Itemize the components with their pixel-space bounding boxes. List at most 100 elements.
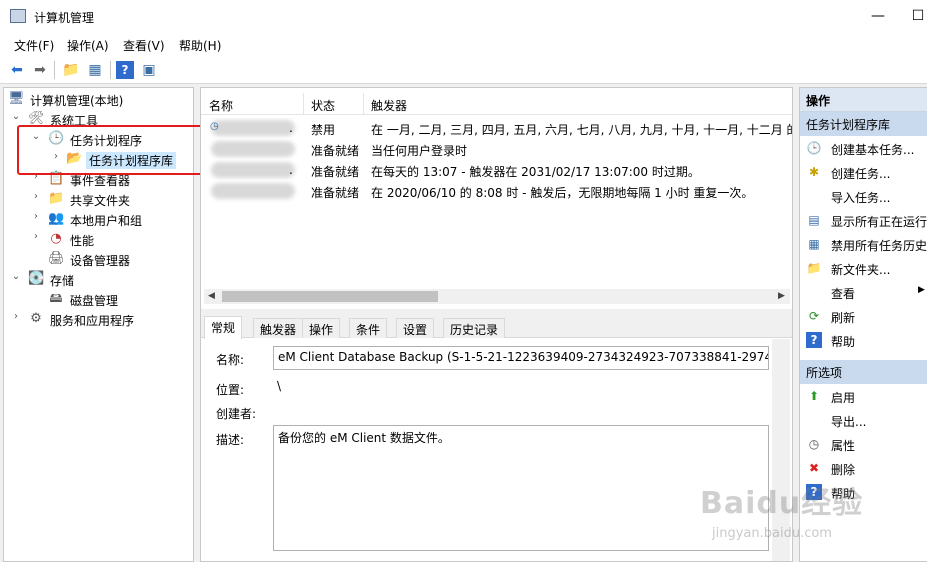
action-export[interactable]: 导出... [800, 408, 927, 432]
users-icon: 👥 [48, 211, 65, 226]
action-label: 导出... [831, 415, 867, 429]
forward-arrow-icon[interactable]: ➡ [31, 61, 49, 79]
action-label: 创建基本任务... [831, 143, 915, 157]
action-label: 创建任务... [831, 167, 891, 181]
task-name: . [289, 121, 293, 135]
tree-item-local-users[interactable]: › 👥 本地用户和组 [6, 209, 191, 229]
action-create-basic-task[interactable]: 🕒 创建基本任务... [800, 136, 927, 160]
minimize-button[interactable]: — [868, 6, 888, 26]
tree-item-storage[interactable]: ⌄ 💽 存储 [6, 269, 191, 289]
storage-icon: 💽 [28, 271, 45, 286]
chevron-down-icon[interactable]: ⌄ [10, 271, 22, 282]
tree-item-shared-folders[interactable]: › 📁 共享文件夹 [6, 189, 191, 209]
description-field[interactable]: 备份您的 eM Client 数据文件。 [273, 425, 769, 551]
action-help[interactable]: ? 帮助 [800, 328, 927, 352]
tree-label: 磁盘管理 [70, 294, 119, 308]
action-refresh[interactable]: ⟳ 刷新 [800, 304, 927, 328]
location-value: \ [277, 379, 282, 393]
tree-item-services-apps[interactable]: › ⚙ 服务和应用程序 [6, 309, 191, 329]
column-separator[interactable] [303, 93, 304, 115]
services-icon: ⚙ [30, 311, 42, 326]
baidu-watermark: Baidu经验 [700, 486, 864, 521]
show-hide-tree-icon[interactable]: ▦ [86, 61, 104, 79]
action-import-task[interactable]: 导入任务... [800, 184, 927, 208]
scroll-right-icon[interactable]: ▶ [778, 289, 785, 304]
table-row[interactable]: ◷ . 禁用 在 一月, 二月, 三月, 四月, 五月, 六月, 七月, 八月,… [201, 118, 792, 139]
submenu-arrow-icon: ▶ [918, 285, 925, 295]
device-manager-icon: 🖨 [48, 251, 65, 266]
chevron-right-icon[interactable]: › [30, 191, 42, 202]
scrollbar-thumb[interactable] [222, 291, 438, 302]
task-name-field[interactable]: eM Client Database Backup (S-1-5-21-1223… [273, 346, 769, 370]
actions-section-selected[interactable]: 所选项 [800, 360, 927, 384]
redacted-name [211, 162, 295, 178]
scroll-left-icon[interactable]: ◀ [208, 289, 215, 304]
task-status: 禁用 [311, 123, 336, 137]
chevron-right-icon[interactable]: › [30, 231, 42, 242]
actions-section-library[interactable]: 任务计划程序库 [800, 112, 927, 136]
action-label: 导入任务... [831, 191, 891, 205]
tab-history[interactable]: 历史记录 [443, 318, 506, 338]
tree-label: 存储 [50, 274, 75, 288]
tab-settings[interactable]: 设置 [396, 318, 435, 338]
redacted-name [211, 120, 295, 136]
task-list-header: 名称 状态 触发器 [201, 93, 792, 115]
horizontal-scrollbar[interactable]: ◀ ▶ [204, 289, 790, 304]
action-new-folder[interactable]: 📁 新文件夹... [800, 256, 927, 280]
help-icon[interactable]: ? [116, 61, 134, 79]
action-label: 显示所有正在运行 [831, 215, 927, 229]
column-trigger[interactable]: 触发器 [371, 97, 407, 114]
tree-label: 本地用户和组 [70, 214, 143, 228]
table-row[interactable]: 准备就绪 当任何用户登录时 [201, 139, 792, 160]
menu-view[interactable]: 查看(V) [123, 37, 165, 54]
chevron-right-icon[interactable]: › [30, 211, 42, 222]
chevron-down-icon[interactable]: ⌄ [10, 111, 22, 122]
task-trigger: 在每天的 13:07 - 触发器在 2031/02/17 13:07:00 时过… [371, 165, 700, 179]
column-name[interactable]: 名称 [209, 97, 233, 114]
table-row[interactable]: 准备就绪 在 2020/06/10 的 8:08 时 - 触发后，无限期地每隔 … [201, 181, 792, 202]
tree-label: 计算机管理(本地) [30, 94, 124, 108]
refresh-icon: ⟳ [808, 309, 820, 323]
performance-icon: ◔ [50, 231, 62, 246]
show-action-pane-icon[interactable]: ▣ [140, 61, 158, 79]
delete-x-icon: ✖ [808, 461, 820, 475]
action-label: 查看 [831, 287, 856, 301]
pane-splitter[interactable] [201, 309, 792, 316]
action-view[interactable]: 查看 ▶ [800, 280, 927, 304]
back-arrow-icon[interactable]: ⬅ [8, 61, 26, 79]
tab-actions[interactable]: 操作 [302, 318, 341, 338]
action-disable-history[interactable]: ▦ 禁用所有任务历史 [800, 232, 927, 256]
location-label: 位置: [216, 383, 245, 397]
tree-item-root[interactable]: 🖥 计算机管理(本地) [6, 89, 191, 109]
menu-file[interactable]: 文件(F) [14, 37, 54, 54]
column-status[interactable]: 状态 [311, 97, 335, 114]
tab-conditions[interactable]: 条件 [349, 318, 388, 338]
tree-item-device-manager[interactable]: 🖨 设备管理器 [6, 249, 191, 269]
action-label: 新文件夹... [831, 263, 891, 277]
chevron-right-icon[interactable]: › [10, 311, 22, 322]
menu-action[interactable]: 操作(A) [67, 37, 109, 54]
task-icon: ◷ [210, 121, 219, 132]
highlight-box [17, 125, 203, 175]
tree-item-disk-management[interactable]: 🖴 磁盘管理 [6, 289, 191, 309]
name-label: 名称: [216, 353, 245, 367]
history-icon: ▦ [808, 237, 820, 251]
tab-general[interactable]: 常规 [204, 316, 243, 339]
maximize-button[interactable]: ☐ [908, 6, 927, 26]
tree-label: 服务和应用程序 [50, 314, 135, 328]
disk-icon: 🖴 [49, 291, 63, 306]
up-folder-icon[interactable]: 📁 [62, 61, 80, 79]
column-separator[interactable] [363, 93, 364, 115]
action-show-running[interactable]: ▤ 显示所有正在运行 [800, 208, 927, 232]
tree-item-performance[interactable]: › ◔ 性能 [6, 229, 191, 249]
table-row[interactable]: . 准备就绪 在每天的 13:07 - 触发器在 2031/02/17 13:0… [201, 160, 792, 181]
action-enable[interactable]: ⬆ 启用 [800, 384, 927, 408]
menu-help[interactable]: 帮助(H) [179, 37, 221, 54]
toolbar: ⬅ ➡ 📁 ▦ ? ▣ [0, 56, 927, 84]
action-delete[interactable]: ✖ 删除 [800, 456, 927, 480]
action-create-task[interactable]: ✱ 创建任务... [800, 160, 927, 184]
create-task-icon: ✱ [808, 165, 820, 179]
toolbar-separator [54, 61, 55, 79]
tab-triggers[interactable]: 触发器 [253, 318, 304, 338]
action-properties[interactable]: ◷ 属性 [800, 432, 927, 456]
